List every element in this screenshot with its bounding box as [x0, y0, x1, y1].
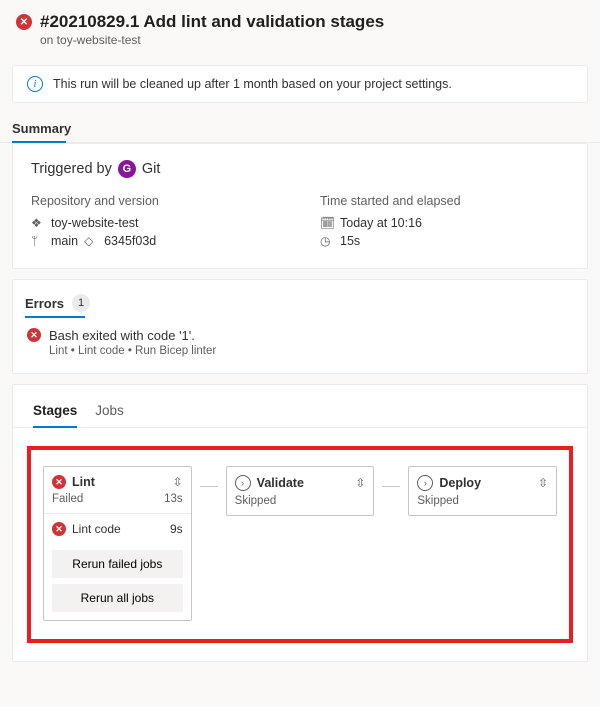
avatar: G [118, 160, 136, 178]
stage-deploy[interactable]: › Deploy ⇳ Skipped [408, 466, 557, 516]
stage-connector [382, 486, 400, 487]
rerun-failed-button[interactable]: Rerun failed jobs [52, 550, 183, 578]
run-subtitle: on toy-website-test [40, 33, 584, 47]
stage-duration: 13s [164, 493, 183, 505]
time-label: Time started and elapsed [320, 194, 569, 208]
errors-card: Errors 1 ✕ Bash exited with code '1'. Li… [12, 279, 588, 374]
stages-highlight-box: ✕ Lint ⇳ Failed 13s ✕ Lint code 9s Rerun… [27, 446, 573, 643]
job-name: Lint code [72, 522, 164, 536]
stage-status: Skipped [417, 495, 459, 507]
stage-status: Skipped [235, 495, 277, 507]
stage-name: Lint [72, 475, 167, 489]
calendar-icon: 🗓 [320, 216, 334, 230]
retention-banner: i This run will be cleaned up after 1 mo… [12, 65, 588, 103]
stage-lint[interactable]: ✕ Lint ⇳ Failed 13s ✕ Lint code 9s Rerun… [43, 466, 192, 621]
stage-status: Failed [52, 493, 83, 505]
errors-count-badge: 1 [72, 294, 90, 312]
error-row[interactable]: ✕ Bash exited with code '1'. Lint • Lint… [13, 318, 587, 367]
branch-name[interactable]: main [51, 234, 78, 248]
run-title: #20210829.1 Add lint and validation stag… [40, 12, 384, 32]
stage-connector [200, 486, 218, 487]
expand-icon[interactable]: ⇳ [355, 476, 365, 490]
error-icon: ✕ [52, 475, 66, 489]
error-icon: ✕ [52, 522, 66, 536]
stage-name: Validate [257, 476, 350, 490]
expand-icon[interactable]: ⇳ [173, 475, 183, 489]
summary-card: Triggered by G Git Repository and versio… [12, 143, 588, 269]
error-path: Lint • Lint code • Run Bicep linter [49, 345, 216, 357]
elapsed-time: 15s [340, 234, 360, 248]
repo-icon: ❖ [31, 216, 45, 230]
rerun-all-button[interactable]: Rerun all jobs [52, 584, 183, 612]
stage-validate[interactable]: › Validate ⇳ Skipped [226, 466, 375, 516]
tab-jobs[interactable]: Jobs [95, 403, 124, 427]
expand-icon[interactable]: ⇳ [538, 476, 548, 490]
tab-stages[interactable]: Stages [33, 403, 77, 428]
summary-label: Summary [0, 103, 600, 143]
stages-card: Stages Jobs ✕ Lint ⇳ Failed 13s ✕ Lint c… [12, 384, 588, 662]
errors-label[interactable]: Errors [25, 296, 64, 311]
skip-icon: › [235, 475, 251, 491]
run-header: ✕ #20210829.1 Add lint and validation st… [0, 0, 600, 57]
stage-name: Deploy [439, 476, 532, 490]
commit-hash[interactable]: 6345f03d [104, 234, 156, 248]
started-time: Today at 10:16 [340, 216, 422, 230]
repo-version-label: Repository and version [31, 194, 280, 208]
error-icon: ✕ [27, 328, 41, 342]
error-message: Bash exited with code '1'. [49, 328, 216, 343]
stage-job-row[interactable]: ✕ Lint code 9s [44, 513, 191, 544]
job-duration: 9s [170, 522, 183, 536]
branch-icon: ᛘ [31, 234, 45, 248]
triggered-by-name[interactable]: Git [142, 161, 161, 177]
repo-name[interactable]: toy-website-test [51, 216, 139, 230]
clock-icon: ◷ [320, 234, 334, 248]
status-failed-icon: ✕ [16, 14, 32, 30]
skip-icon: › [417, 475, 433, 491]
triggered-by-prefix: Triggered by [31, 161, 112, 177]
retention-text: This run will be cleaned up after 1 mont… [53, 77, 452, 91]
commit-icon: ◇ [84, 234, 98, 248]
info-icon: i [27, 76, 43, 92]
